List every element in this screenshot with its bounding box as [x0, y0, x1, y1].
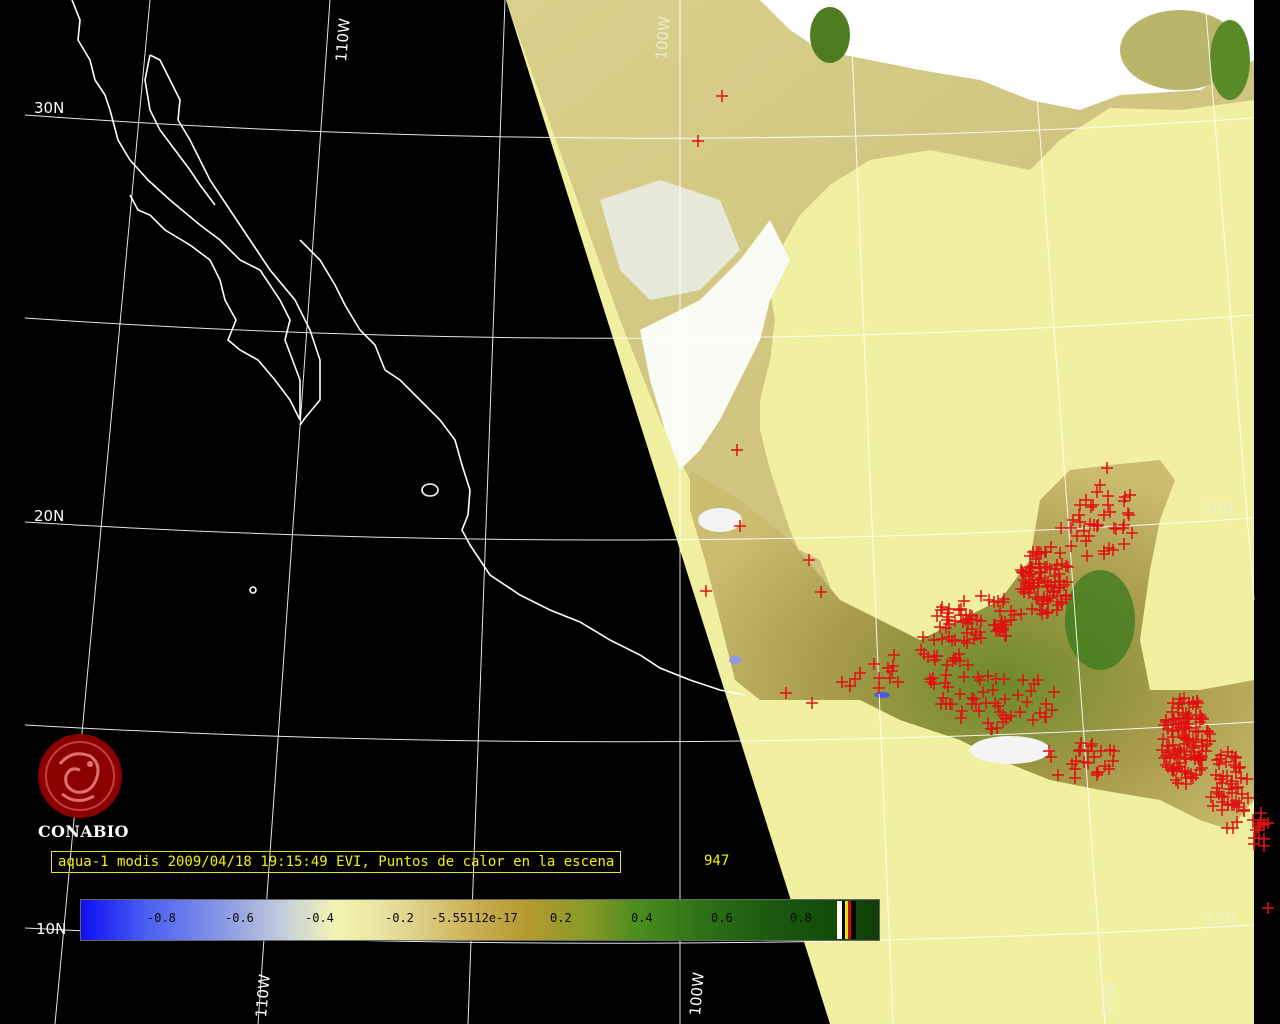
colorbar-tick: -0.2 — [385, 911, 414, 925]
lake — [729, 656, 741, 664]
lon-label: 110W — [252, 973, 274, 1018]
lat-label: 10N — [36, 920, 66, 938]
lake — [874, 692, 890, 698]
logo-wordmark: CONABIO — [38, 822, 129, 841]
lat-label: 10N — [1205, 910, 1235, 928]
scene-caption: aqua-1 modis 2009/04/18 19:15:49 EVI, Pu… — [51, 851, 622, 873]
colorbar-tick: 0.2 — [550, 911, 572, 925]
colorbar-tick: 0.6 — [711, 911, 733, 925]
colorbar-tick: -0.6 — [225, 911, 254, 925]
cloud-patch — [698, 508, 742, 532]
colorbar-tick: 0.4 — [631, 911, 653, 925]
colorbar-tick: -0.8 — [147, 911, 176, 925]
veg-patch — [1210, 20, 1250, 100]
lat-label: 30N — [34, 99, 64, 117]
colorbar-tick: 0.8 — [790, 911, 812, 925]
evi-colorbar: -0.8 -0.6 -0.4 -0.2 -5.55112e-17 0.2 0.4… — [80, 899, 880, 941]
lon-label: 100W — [686, 971, 708, 1016]
lon-label: 90W — [1099, 981, 1120, 1017]
colorbar-tick: -0.4 — [305, 911, 334, 925]
lon-label: 110W — [332, 17, 354, 62]
lat-label: 20N — [1203, 500, 1233, 518]
lat-label: 20N — [34, 507, 64, 525]
cloud-patch — [970, 736, 1050, 764]
veg-patch — [810, 7, 850, 63]
colorbar-swatch — [851, 901, 856, 939]
hotspot-count: 947 — [704, 853, 730, 869]
colorbar-tick: -5.55112e-17 — [431, 911, 518, 925]
edge-strip — [1254, 0, 1280, 1024]
lon-label: 100W — [652, 15, 674, 60]
